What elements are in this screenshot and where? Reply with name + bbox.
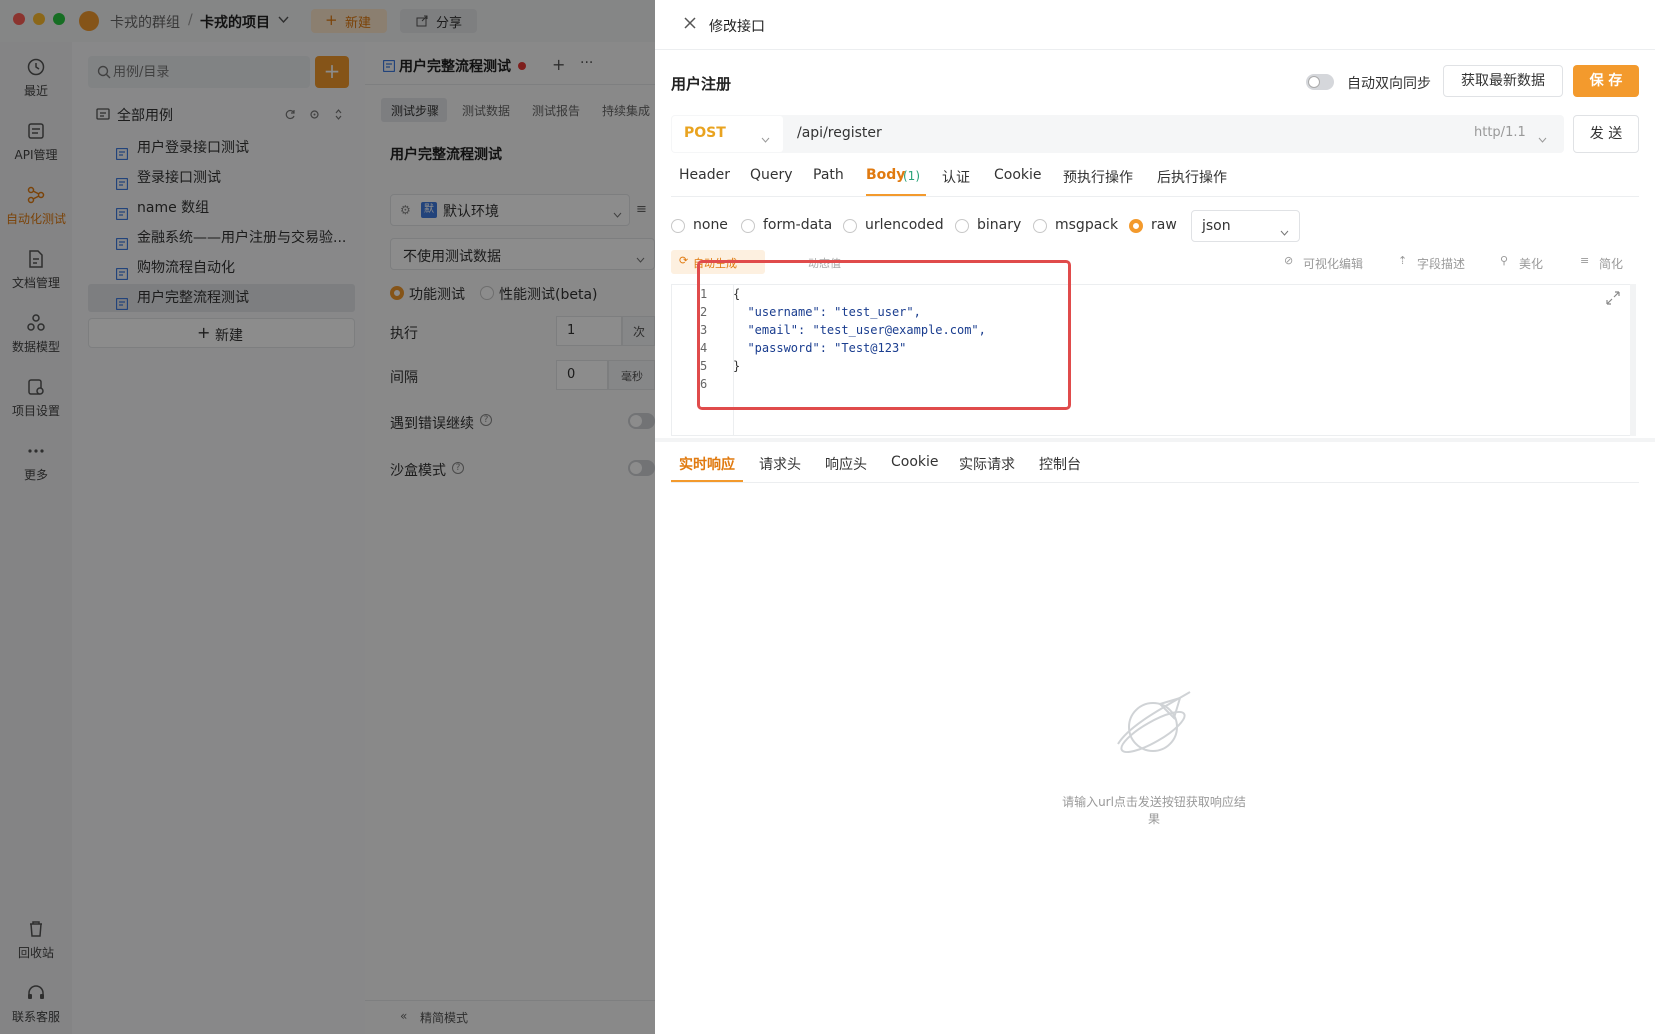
- body-binary-label: binary: [977, 217, 1022, 233]
- tab-request-headers[interactable]: 请求头: [759, 454, 801, 474]
- body-form-data-radio[interactable]: [741, 219, 755, 233]
- divider: [655, 49, 1655, 50]
- chevron-down-icon[interactable]: [1538, 131, 1547, 147]
- simplify-button[interactable]: 简化: [1599, 255, 1623, 272]
- fetch-latest-button[interactable]: 获取最新数据: [1443, 65, 1563, 97]
- refresh-icon: ⟳: [679, 254, 689, 267]
- body-form-data-label: form-data: [763, 217, 833, 233]
- send-button[interactable]: 发 送: [1573, 115, 1639, 153]
- auto-sync-label: 自动双向同步: [1347, 76, 1431, 92]
- tab-post-script[interactable]: 后执行操作: [1157, 167, 1227, 187]
- drawer-title: 修改接口: [709, 19, 765, 35]
- rocket-icon: [1110, 684, 1196, 774]
- auto-sync-toggle[interactable]: [1306, 74, 1334, 90]
- body-raw-radio[interactable]: [1129, 219, 1143, 233]
- tab-response-headers[interactable]: 响应头: [825, 454, 867, 474]
- method-label: POST: [684, 125, 726, 141]
- body-none-radio[interactable]: [671, 219, 685, 233]
- link-icon: ⊘: [1284, 254, 1294, 267]
- body-urlencoded-label: urlencoded: [865, 217, 944, 233]
- visual-edit-button[interactable]: 可视化编辑: [1303, 255, 1363, 272]
- divider: [671, 196, 1639, 197]
- tab-actual-request[interactable]: 实际请求: [959, 454, 1015, 474]
- body-urlencoded-radio[interactable]: [843, 219, 857, 233]
- field-desc-button[interactable]: 字段描述: [1417, 255, 1465, 272]
- format-select[interactable]: json: [1191, 210, 1300, 242]
- tab-console[interactable]: 控制台: [1039, 454, 1081, 474]
- section-divider: [655, 438, 1655, 442]
- url-input[interactable]: /api/register: [797, 125, 882, 141]
- expand-icon[interactable]: [1605, 290, 1621, 310]
- tab-response-cookie[interactable]: Cookie: [891, 454, 939, 470]
- tab-live-response[interactable]: 实时响应: [679, 454, 735, 474]
- chevron-down-icon: [761, 131, 770, 147]
- upload-icon: ⇡: [1398, 254, 1408, 267]
- tab-auth[interactable]: 认证: [942, 167, 970, 187]
- tab-cookie[interactable]: Cookie: [994, 167, 1042, 183]
- tab-header[interactable]: Header: [679, 167, 730, 183]
- body-msgpack-radio[interactable]: [1033, 219, 1047, 233]
- empty-response-text: 请输入url点击发送按钮获取响应结果: [1062, 795, 1246, 826]
- modal-backdrop[interactable]: [0, 0, 655, 1034]
- divider: [671, 482, 1639, 483]
- close-icon[interactable]: [683, 16, 697, 34]
- api-name[interactable]: 用户注册: [671, 73, 731, 94]
- method-select[interactable]: POST: [672, 116, 783, 152]
- beautify-button[interactable]: 美化: [1519, 255, 1543, 272]
- chevron-down-icon: [1280, 224, 1289, 240]
- body-raw-label: raw: [1151, 217, 1177, 233]
- body-binary-radio[interactable]: [955, 219, 969, 233]
- tab-query[interactable]: Query: [750, 167, 793, 183]
- protocol-select[interactable]: http/1.1: [1474, 125, 1526, 140]
- body-count: (1): [903, 169, 920, 183]
- format-label: json: [1202, 218, 1231, 234]
- tab-pre-script[interactable]: 预执行操作: [1063, 167, 1133, 187]
- highlight-annotation-box: [697, 260, 1071, 410]
- body-msgpack-label: msgpack: [1055, 217, 1119, 233]
- tab-body[interactable]: Body: [866, 167, 905, 183]
- tab-path[interactable]: Path: [813, 167, 844, 183]
- wand-icon: ⚲: [1500, 254, 1509, 267]
- body-none-label: none: [693, 217, 728, 233]
- list-icon: ≡: [1580, 254, 1590, 267]
- save-button[interactable]: 保 存: [1573, 65, 1639, 97]
- edit-api-drawer: [655, 0, 1655, 1034]
- editor-scrollbar[interactable]: [1630, 284, 1636, 436]
